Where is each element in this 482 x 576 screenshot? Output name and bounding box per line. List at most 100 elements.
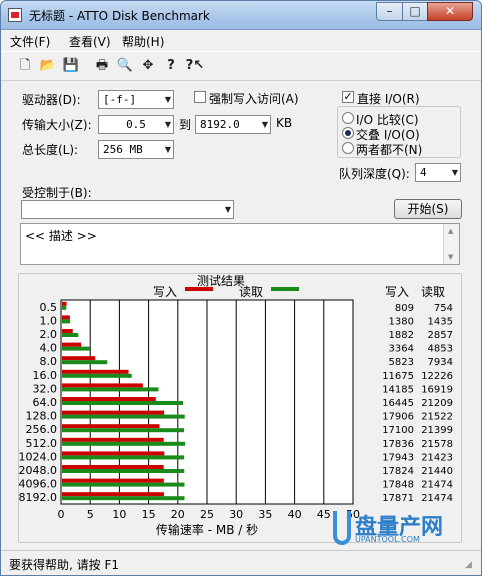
menu-view[interactable]: 查看(V) — [69, 33, 111, 50]
app-icon — [8, 8, 22, 22]
status-bar: 要获得帮助, 请按 F1 ◢ — [1, 550, 481, 575]
read-value: 16919 — [421, 384, 453, 395]
write-value: 17824 — [382, 466, 414, 477]
x-axis-label: 传输速率 - MB / 秒 — [156, 522, 258, 537]
y-tick-label: 64.0 — [33, 396, 58, 409]
menu-file[interactable]: 文件(F) — [10, 33, 50, 50]
help-icon[interactable]: ? — [162, 57, 180, 75]
column-write-header: 写入 — [385, 285, 409, 299]
description-scrollbar[interactable]: ▲ ▼ — [443, 224, 459, 264]
title-bar[interactable]: 无标题 - ATTO Disk Benchmark – □ ✕ — [1, 1, 481, 30]
write-bar — [62, 315, 70, 320]
read-value: 4853 — [428, 344, 453, 355]
y-tick-label: 1024.0 — [19, 450, 57, 463]
write-bar — [62, 301, 67, 306]
transfer-to-select[interactable]: 8192.0 ▼ — [195, 115, 271, 134]
description-box[interactable]: << 描述 >> ▲ ▼ — [20, 223, 460, 265]
results-panel: 测试结果 写入 读取 写入 读取 0 5 10 15 20 25 30 35 40 45 50 传输速率 - M… — [18, 273, 462, 543]
y-tick-label: 8192.0 — [19, 491, 57, 504]
read-value: 1435 — [428, 316, 453, 327]
description-text: << 描述 >> — [25, 229, 97, 243]
drive-select[interactable]: [-f-] ▼ — [98, 90, 174, 109]
column-read-header: 读取 — [421, 285, 445, 299]
scroll-down-icon: ▼ — [448, 253, 454, 261]
move-icon[interactable]: ✥ — [139, 57, 157, 75]
legend-read-swatch — [271, 287, 299, 291]
write-value: 1882 — [389, 330, 414, 341]
x-tick-label: 25 — [200, 508, 214, 521]
y-tick-label: 1.0 — [40, 314, 58, 327]
x-tick-label: 20 — [171, 508, 185, 521]
close-button[interactable]: ✕ — [427, 2, 473, 21]
read-value: 21440 — [421, 466, 453, 477]
force-write-label: 强制写入访问(A) — [209, 92, 299, 106]
io-compare-radio[interactable] — [342, 112, 354, 124]
y-tick-label: 32.0 — [33, 382, 58, 395]
read-bar — [62, 469, 185, 473]
read-value: 7934 — [428, 357, 453, 368]
write-value: 17871 — [382, 493, 414, 504]
read-value: 2857 — [428, 330, 453, 341]
controlled-by-select[interactable]: ▼ — [21, 200, 234, 219]
read-value: 21399 — [421, 425, 453, 436]
total-length-value: 256 MB — [103, 143, 143, 156]
direct-io-label: 直接 I/O(R) — [357, 92, 420, 106]
menu-bar: 文件(F) 查看(V) 帮助(H) — [1, 30, 481, 50]
open-icon[interactable]: 📂 — [39, 57, 57, 75]
read-value: 21474 — [421, 480, 453, 491]
watermark-logo — [333, 511, 351, 545]
write-value: 17906 — [382, 412, 414, 423]
save-icon[interactable]: 💾 — [62, 57, 80, 75]
neither-label: 两者都不(N) — [356, 143, 423, 157]
write-value: 17943 — [382, 452, 414, 463]
write-bar — [62, 329, 73, 333]
menu-help[interactable]: 帮助(H) — [122, 33, 164, 50]
scroll-up-icon: ▲ — [448, 227, 454, 235]
write-bar — [62, 451, 165, 456]
y-tick-label: 4096.0 — [19, 478, 57, 491]
read-value: 21423 — [421, 452, 453, 463]
chevron-down-icon: ▼ — [261, 120, 268, 129]
read-bar — [62, 346, 90, 351]
resize-grip-icon[interactable]: ◢ — [465, 560, 477, 572]
read-bar — [62, 373, 132, 378]
write-bar — [62, 369, 129, 374]
transfer-from-select[interactable]: 0.5 ▼ — [98, 115, 174, 134]
force-write-checkbox[interactable] — [194, 91, 206, 103]
start-button[interactable]: 开始(S) — [394, 199, 462, 219]
print-icon[interactable]: 🖶 — [93, 57, 111, 75]
chevron-down-icon: ▼ — [164, 145, 171, 154]
transfer-unit: KB — [276, 116, 293, 130]
y-tick-label: 8.0 — [40, 355, 58, 368]
neither-radio[interactable] — [342, 142, 354, 154]
write-bar — [62, 478, 164, 483]
write-value: 1380 — [389, 316, 414, 327]
y-tick-label: 2048.0 — [19, 464, 57, 477]
write-value: 11675 — [382, 371, 414, 382]
new-icon[interactable]: 🗋 — [16, 57, 34, 75]
chevron-down-icon: ▼ — [224, 205, 231, 214]
controlled-by-label: 受控制于(B): — [22, 186, 92, 200]
overlap-io-radio[interactable] — [342, 127, 354, 139]
direct-io-checkbox[interactable]: ✓ — [342, 91, 354, 103]
x-tick-label: 45 — [317, 508, 331, 521]
queue-depth-select[interactable]: 4 ▼ — [415, 163, 461, 182]
x-tick-label: 40 — [288, 508, 302, 521]
read-value: 754 — [434, 303, 453, 314]
status-text: 要获得帮助, 请按 F1 — [9, 558, 119, 572]
write-value: 809 — [395, 303, 414, 314]
read-bar — [62, 333, 79, 337]
toolbar: 🗋 📂 💾 🖶 🔍 ✥ ? ?↖ — [1, 51, 481, 81]
results-chart: 测试结果写入 读取 写入 读取0 5 10 15 20 25 30 35 40 45 50传输速率 - M… — [19, 273, 454, 537]
chevron-down-icon: ▼ — [164, 95, 171, 104]
write-value: 16445 — [382, 398, 414, 409]
x-tick-label: 30 — [229, 508, 243, 521]
context-help-icon[interactable]: ?↖ — [184, 57, 206, 75]
maximize-button[interactable]: □ — [402, 2, 428, 21]
total-length-label: 总长度(L): — [22, 143, 79, 157]
total-length-select[interactable]: 256 MB ▼ — [98, 140, 174, 159]
transfer-to-value: 8192.0 — [200, 118, 240, 131]
y-tick-label: 512.0 — [26, 437, 58, 450]
minimize-button[interactable]: – — [376, 2, 403, 21]
print-preview-icon[interactable]: 🔍 — [116, 57, 134, 75]
